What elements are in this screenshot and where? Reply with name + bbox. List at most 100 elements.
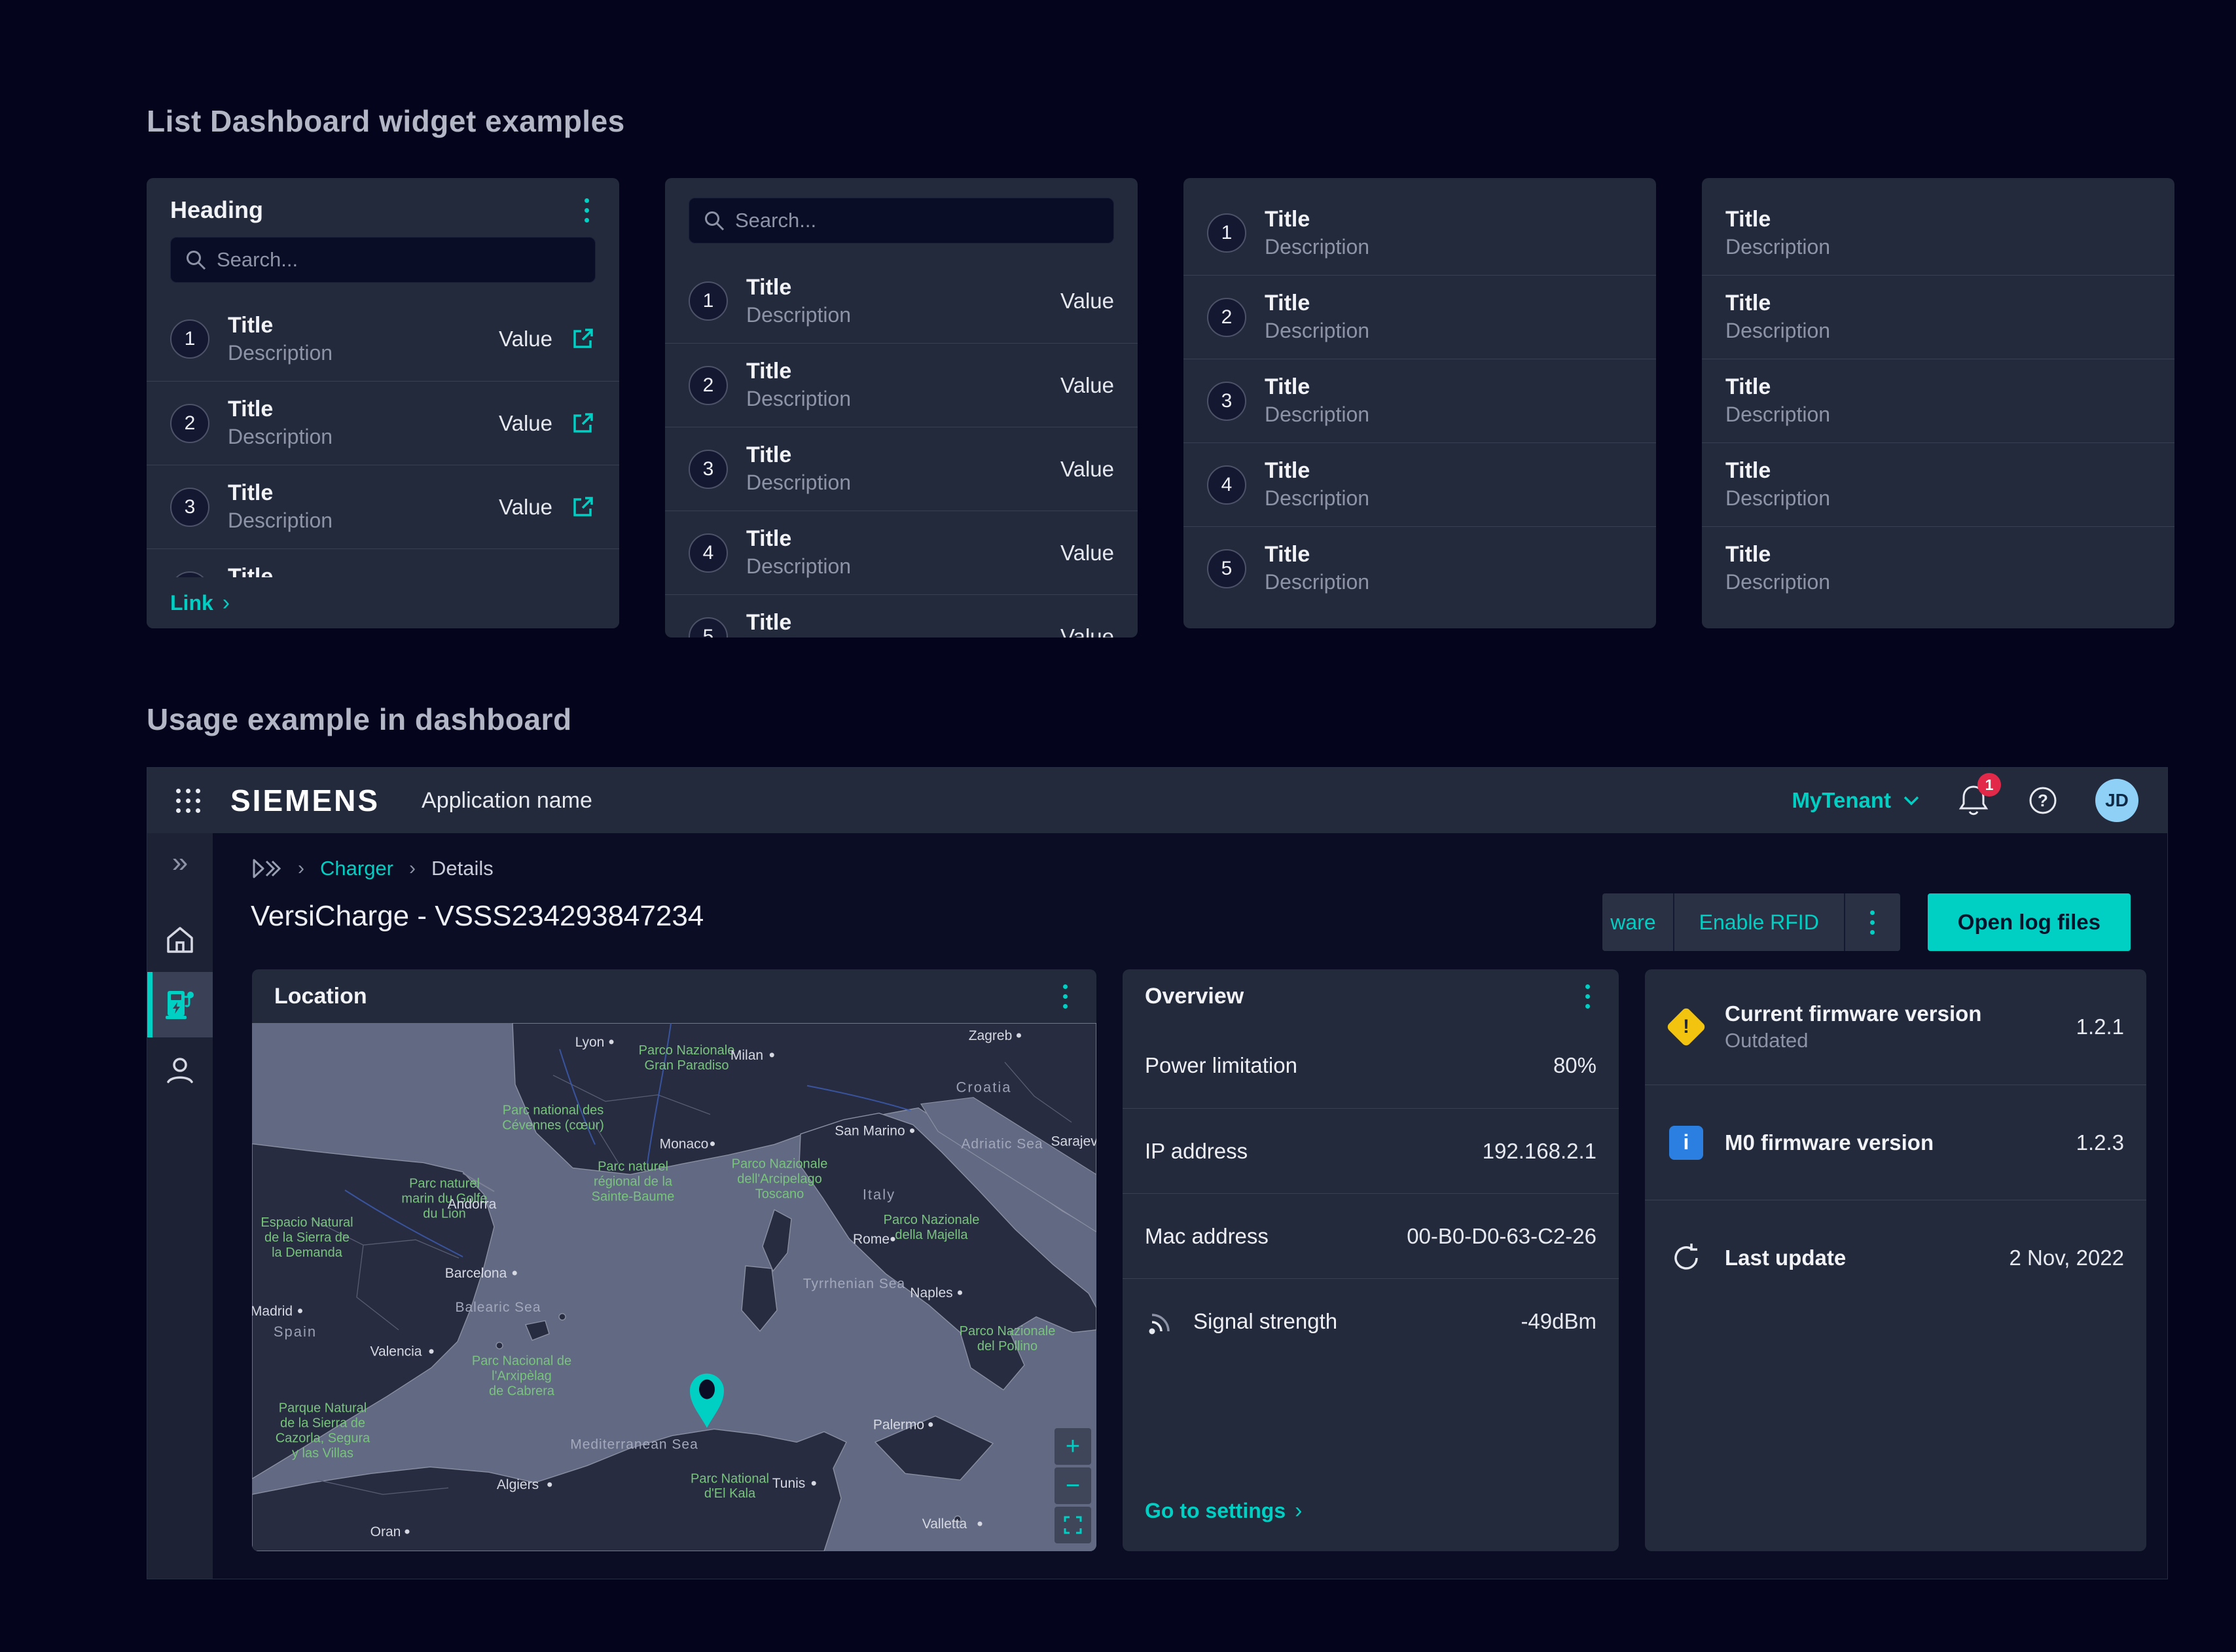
- item-description: Description: [746, 302, 1047, 327]
- tenant-dropdown[interactable]: MyTenant: [1792, 788, 1920, 813]
- fullscreen-icon: [1063, 1515, 1083, 1535]
- app-content: › Charger › Details VersiCharge - VSSS23…: [213, 833, 2167, 1579]
- svg-text:Spain: Spain: [274, 1323, 317, 1340]
- svg-text:Sarajevo: Sarajevo: [1051, 1134, 1096, 1149]
- overview-row: Mac address 00-B0-D0-63-C2-26: [1123, 1193, 1619, 1278]
- list-item[interactable]: 4 Title Description Value: [665, 511, 1138, 594]
- location-card-header: Location: [252, 969, 1096, 1023]
- sidebar-item-home[interactable]: [147, 907, 213, 972]
- go-to-settings-link[interactable]: Go to settings ›: [1145, 1498, 1596, 1524]
- kebab-menu-icon[interactable]: [1579, 980, 1596, 1013]
- overview-card-title: Overview: [1145, 984, 1244, 1009]
- item-description: Description: [1725, 402, 2151, 427]
- info-icon: i: [1669, 1126, 1703, 1160]
- app-launcher-icon[interactable]: [176, 789, 200, 813]
- search-input[interactable]: [170, 237, 596, 283]
- external-link-icon[interactable]: [569, 326, 596, 352]
- widget-card-search: 1 Title Description Value 2 Title Descri…: [665, 178, 1138, 637]
- search-icon: [185, 249, 207, 274]
- overview-row: IP address 192.168.2.1: [1123, 1108, 1619, 1193]
- fullscreen-button[interactable]: [1055, 1507, 1091, 1543]
- clipped-firmware-button[interactable]: ware: [1602, 893, 1672, 951]
- svg-text:Croatia: Croatia: [956, 1079, 1012, 1096]
- signal-strength-icon: [1145, 1305, 1178, 1338]
- kebab-menu-icon[interactable]: [578, 194, 596, 226]
- list-item[interactable]: 3 Title Description Value: [147, 465, 619, 548]
- item-description: Description: [1265, 402, 1632, 427]
- list-item[interactable]: 5 Title Description: [1183, 526, 1656, 610]
- list-item[interactable]: Title Description: [1702, 275, 2174, 359]
- item-number-badge: 1: [170, 319, 209, 359]
- svg-text:Parco Nazionaledella Majella: Parco Nazionaledella Majella: [884, 1213, 980, 1242]
- location-card-title: Location: [274, 984, 367, 1009]
- application-name: Application name: [422, 788, 592, 814]
- item-value: Value: [1060, 624, 1114, 638]
- list-item[interactable]: 2 Title Description Value: [665, 343, 1138, 427]
- list-item[interactable]: Title Description: [1702, 359, 2174, 442]
- list-item[interactable]: Title Description: [1702, 191, 2174, 275]
- svg-text:Tyrrhenian Sea: Tyrrhenian Sea: [803, 1276, 905, 1291]
- list-item[interactable]: 4 Title Description: [1183, 442, 1656, 526]
- svg-text:San Marino: San Marino: [835, 1124, 905, 1139]
- notifications-button[interactable]: 1: [1958, 783, 1989, 817]
- widgets-section-title: List Dashboard widget examples: [147, 103, 625, 139]
- overview-row: Power limitation 80%: [1123, 1023, 1619, 1108]
- item-title: Title: [228, 397, 486, 422]
- open-log-files-button[interactable]: Open log files: [1928, 893, 2131, 951]
- zoom-in-button[interactable]: +: [1055, 1428, 1091, 1465]
- zoom-out-button[interactable]: −: [1055, 1467, 1091, 1504]
- list-item[interactable]: Title Description: [1702, 526, 2174, 610]
- map[interactable]: LyonParco NazionaleGran ParadisoMilanZag…: [252, 1023, 1096, 1551]
- sidebar-item-charger[interactable]: [147, 972, 213, 1037]
- svg-text:Algiers: Algiers: [497, 1477, 539, 1492]
- overview-card-header: Overview: [1123, 969, 1619, 1023]
- list-item[interactable]: 2 Title Description Value: [147, 381, 619, 465]
- svg-text:Madrid: Madrid: [252, 1304, 293, 1319]
- kebab-menu-icon: [1864, 907, 1881, 939]
- list-item[interactable]: Title Description: [1702, 442, 2174, 526]
- svg-text:Oran: Oran: [370, 1524, 401, 1539]
- search-input[interactable]: [689, 198, 1114, 243]
- item-description: Description: [228, 424, 486, 449]
- breadcrumb-separator: ›: [298, 857, 304, 880]
- item-description: Description: [1265, 486, 1632, 511]
- overview-row-label: Power limitation: [1145, 1053, 1297, 1078]
- item-description: Description: [228, 340, 486, 365]
- external-link-icon[interactable]: [569, 410, 596, 437]
- overview-row-value: -49dBm: [1521, 1309, 1596, 1334]
- item-description: Description: [746, 554, 1047, 579]
- list-item[interactable]: 1 Title Description Value: [147, 297, 619, 381]
- list-item[interactable]: 2 Title Description: [1183, 275, 1656, 359]
- list-item[interactable]: 3 Title Description Value: [665, 427, 1138, 511]
- svg-text:Italy: Italy: [863, 1186, 895, 1202]
- external-link-icon[interactable]: [569, 494, 596, 520]
- kebab-menu-icon[interactable]: [1056, 980, 1074, 1013]
- breadcrumb-charger[interactable]: Charger: [320, 857, 393, 880]
- list-item[interactable]: 4 Title Description Value: [147, 548, 619, 581]
- avatar[interactable]: JD: [2095, 779, 2138, 822]
- list-item[interactable]: 3 Title Description: [1183, 359, 1656, 442]
- item-title: Title: [746, 359, 1047, 384]
- sidebar-expand-button[interactable]: »: [147, 833, 213, 892]
- app-header: SIEMENS Application name MyTenant 1 ? JD: [147, 768, 2167, 833]
- help-button[interactable]: ?: [2027, 785, 2059, 816]
- enable-rfid-button[interactable]: Enable RFID: [1673, 893, 1844, 951]
- svg-text:Milan: Milan: [730, 1048, 763, 1063]
- chevron-right-icon: ›: [223, 590, 230, 616]
- list-item[interactable]: 5 Title Description Value: [665, 594, 1138, 637]
- overview-row: Signal strength -49dBm: [1123, 1278, 1619, 1363]
- warning-icon: !: [1666, 1007, 1706, 1047]
- svg-text:Parco NazionaleGran Paradiso: Parco NazionaleGran Paradiso: [639, 1043, 735, 1073]
- widget3-list: 1 Title Description 2 Title Description …: [1183, 191, 1656, 628]
- list-item[interactable]: 1 Title Description: [1183, 191, 1656, 275]
- item-title: Title: [1725, 374, 2151, 400]
- toolbar: ware Enable RFID Open log files: [1602, 893, 2131, 951]
- svg-text:Parc national desCévennes (cœu: Parc national desCévennes (cœur): [502, 1104, 604, 1133]
- sidebar-item-user[interactable]: [147, 1037, 213, 1103]
- overview-row-value: 00-B0-D0-63-C2-26: [1407, 1224, 1596, 1249]
- item-number-badge: 3: [170, 488, 209, 527]
- widget-link[interactable]: Link ›: [170, 590, 230, 616]
- toolbar-kebab-button[interactable]: [1844, 893, 1900, 951]
- breadcrumb-root-icon[interactable]: [252, 858, 282, 879]
- list-item[interactable]: 1 Title Description Value: [665, 259, 1138, 343]
